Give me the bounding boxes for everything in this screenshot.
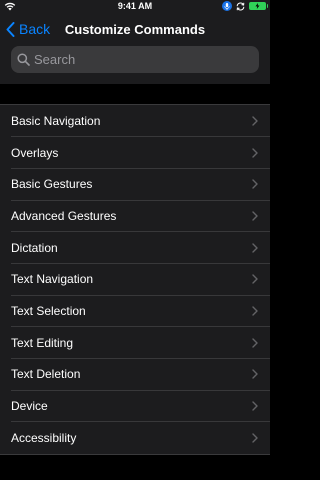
chevron-right-icon (252, 306, 258, 316)
chevron-right-icon (252, 211, 258, 221)
list-item-label: Device (11, 399, 48, 414)
list-item-label: Basic Gestures (11, 177, 93, 192)
search-bar[interactable] (11, 46, 259, 73)
list-item-accessibility[interactable]: Accessibility (0, 422, 270, 454)
chevron-right-icon (252, 337, 258, 348)
list-item-text-deletion[interactable]: Text Deletion (0, 359, 270, 391)
list-item-label: Basic Navigation (11, 113, 101, 128)
status-icons (222, 1, 268, 11)
mic-icon (222, 1, 232, 11)
list-item-label: Accessibility (11, 430, 77, 445)
list-item-label: Text Editing (11, 335, 74, 350)
search-input[interactable] (34, 52, 249, 67)
search-icon (17, 53, 30, 66)
page-title: Customize Commands (64, 22, 206, 37)
list-item-label: Dictation (11, 240, 58, 255)
list-item-device[interactable]: Device (0, 390, 270, 422)
list-item-label: Text Navigation (11, 272, 94, 287)
chevron-right-icon (252, 433, 258, 443)
list-item-label: Text Deletion (11, 367, 81, 382)
list-item-text-selection[interactable]: Text Selection (0, 295, 270, 327)
chevron-right-icon (252, 116, 258, 126)
status-bar: 9:41 AM (0, 0, 270, 14)
list-item-basic-navigation[interactable]: Basic Navigation (0, 105, 270, 137)
list-item-text-editing[interactable]: Text Editing (0, 327, 270, 359)
chevron-right-icon (252, 401, 258, 411)
list-item-label: Text Selection (11, 303, 86, 318)
sync-icon (236, 2, 245, 10)
navigation-bar: Back Customize Commands (0, 14, 270, 46)
chevron-right-icon (252, 179, 258, 189)
chevron-right-icon (252, 147, 258, 158)
chevron-right-icon (252, 369, 258, 380)
list-item-label: Overlays (11, 145, 59, 160)
list-item-basic-gestures[interactable]: Basic Gestures (0, 168, 270, 200)
battery-charging-icon (249, 2, 268, 10)
list-item-text-navigation[interactable]: Text Navigation (0, 263, 270, 295)
chevron-right-icon (252, 274, 258, 284)
list-item-overlays[interactable]: Overlays (0, 137, 270, 169)
list-item-dictation[interactable]: Dictation (0, 232, 270, 264)
list-item-label: Advanced Gestures (11, 208, 117, 223)
list-item-advanced-gestures[interactable]: Advanced Gestures (0, 200, 270, 232)
chevron-right-icon (252, 242, 258, 253)
commands-list: Basic Navigation Overlays Basic Gestures… (0, 104, 270, 455)
